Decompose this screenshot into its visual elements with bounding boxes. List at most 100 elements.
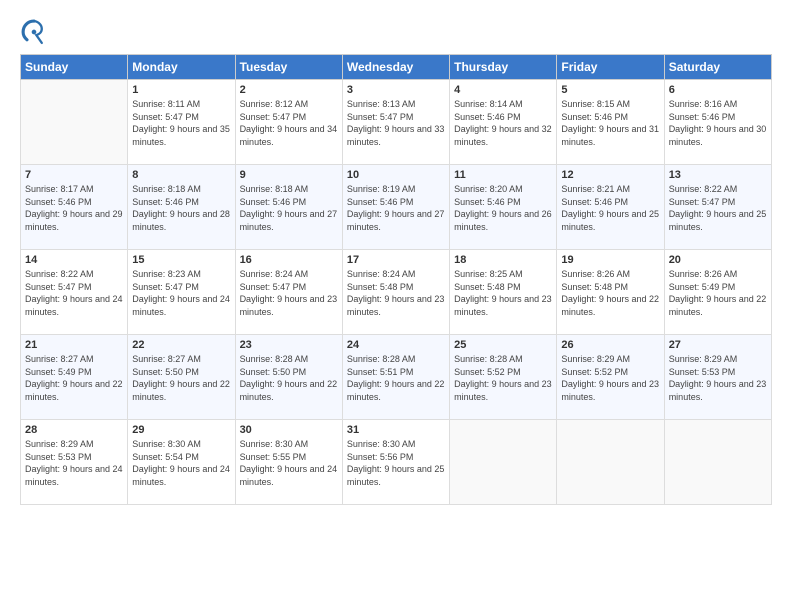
weekday-header-tuesday: Tuesday [235, 55, 342, 80]
daylight: Daylight: 9 hours and 35 minutes. [132, 124, 230, 147]
calendar-week-2: 7 Sunrise: 8:17 AM Sunset: 5:46 PM Dayli… [21, 165, 772, 250]
calendar-cell: 4 Sunrise: 8:14 AM Sunset: 5:46 PM Dayli… [450, 80, 557, 165]
sunrise: Sunrise: 8:18 AM [132, 184, 201, 194]
sunrise: Sunrise: 8:26 AM [561, 269, 630, 279]
sunrise: Sunrise: 8:17 AM [25, 184, 94, 194]
day-info: Sunrise: 8:28 AM Sunset: 5:51 PM Dayligh… [347, 353, 445, 403]
calendar-week-5: 28 Sunrise: 8:29 AM Sunset: 5:53 PM Dayl… [21, 420, 772, 505]
calendar-cell: 9 Sunrise: 8:18 AM Sunset: 5:46 PM Dayli… [235, 165, 342, 250]
day-info: Sunrise: 8:18 AM Sunset: 5:46 PM Dayligh… [132, 183, 230, 233]
day-number: 12 [561, 169, 659, 181]
calendar-cell: 16 Sunrise: 8:24 AM Sunset: 5:47 PM Dayl… [235, 250, 342, 335]
day-number: 24 [347, 339, 445, 351]
sunset: Sunset: 5:46 PM [561, 197, 628, 207]
calendar-cell: 23 Sunrise: 8:28 AM Sunset: 5:50 PM Dayl… [235, 335, 342, 420]
day-info: Sunrise: 8:27 AM Sunset: 5:50 PM Dayligh… [132, 353, 230, 403]
daylight: Daylight: 9 hours and 34 minutes. [240, 124, 338, 147]
day-number: 10 [347, 169, 445, 181]
sunrise: Sunrise: 8:16 AM [669, 99, 738, 109]
daylight: Daylight: 9 hours and 26 minutes. [454, 209, 552, 232]
day-number: 28 [25, 424, 123, 436]
day-info: Sunrise: 8:30 AM Sunset: 5:55 PM Dayligh… [240, 438, 338, 488]
sunset: Sunset: 5:49 PM [669, 282, 736, 292]
sunrise: Sunrise: 8:23 AM [132, 269, 201, 279]
daylight: Daylight: 9 hours and 22 minutes. [669, 294, 767, 317]
calendar-week-1: 1 Sunrise: 8:11 AM Sunset: 5:47 PM Dayli… [21, 80, 772, 165]
sunrise: Sunrise: 8:30 AM [240, 439, 309, 449]
day-number: 16 [240, 254, 338, 266]
day-info: Sunrise: 8:25 AM Sunset: 5:48 PM Dayligh… [454, 268, 552, 318]
day-info: Sunrise: 8:22 AM Sunset: 5:47 PM Dayligh… [25, 268, 123, 318]
day-info: Sunrise: 8:26 AM Sunset: 5:48 PM Dayligh… [561, 268, 659, 318]
calendar-cell: 6 Sunrise: 8:16 AM Sunset: 5:46 PM Dayli… [664, 80, 771, 165]
calendar-cell: 20 Sunrise: 8:26 AM Sunset: 5:49 PM Dayl… [664, 250, 771, 335]
day-number: 14 [25, 254, 123, 266]
daylight: Daylight: 9 hours and 27 minutes. [347, 209, 445, 232]
sunset: Sunset: 5:52 PM [561, 367, 628, 377]
sunset: Sunset: 5:46 PM [561, 112, 628, 122]
daylight: Daylight: 9 hours and 29 minutes. [25, 209, 123, 232]
sunrise: Sunrise: 8:24 AM [347, 269, 416, 279]
day-number: 1 [132, 84, 230, 96]
day-number: 18 [454, 254, 552, 266]
sunset: Sunset: 5:53 PM [669, 367, 736, 377]
daylight: Daylight: 9 hours and 24 minutes. [132, 294, 230, 317]
sunset: Sunset: 5:46 PM [669, 112, 736, 122]
sunrise: Sunrise: 8:29 AM [561, 354, 630, 364]
daylight: Daylight: 9 hours and 23 minutes. [561, 379, 659, 402]
sunset: Sunset: 5:50 PM [132, 367, 199, 377]
calendar-cell: 10 Sunrise: 8:19 AM Sunset: 5:46 PM Dayl… [342, 165, 449, 250]
calendar-cell: 29 Sunrise: 8:30 AM Sunset: 5:54 PM Dayl… [128, 420, 235, 505]
day-info: Sunrise: 8:29 AM Sunset: 5:53 PM Dayligh… [25, 438, 123, 488]
sunset: Sunset: 5:47 PM [347, 112, 414, 122]
sunrise: Sunrise: 8:29 AM [669, 354, 738, 364]
weekday-row: SundayMondayTuesdayWednesdayThursdayFrid… [21, 55, 772, 80]
daylight: Daylight: 9 hours and 31 minutes. [561, 124, 659, 147]
calendar-cell: 2 Sunrise: 8:12 AM Sunset: 5:47 PM Dayli… [235, 80, 342, 165]
sunset: Sunset: 5:47 PM [240, 112, 307, 122]
calendar-cell: 18 Sunrise: 8:25 AM Sunset: 5:48 PM Dayl… [450, 250, 557, 335]
day-number: 25 [454, 339, 552, 351]
day-info: Sunrise: 8:29 AM Sunset: 5:53 PM Dayligh… [669, 353, 767, 403]
day-info: Sunrise: 8:17 AM Sunset: 5:46 PM Dayligh… [25, 183, 123, 233]
day-info: Sunrise: 8:22 AM Sunset: 5:47 PM Dayligh… [669, 183, 767, 233]
calendar-cell: 28 Sunrise: 8:29 AM Sunset: 5:53 PM Dayl… [21, 420, 128, 505]
day-info: Sunrise: 8:28 AM Sunset: 5:52 PM Dayligh… [454, 353, 552, 403]
calendar-table: SundayMondayTuesdayWednesdayThursdayFrid… [20, 54, 772, 505]
day-info: Sunrise: 8:26 AM Sunset: 5:49 PM Dayligh… [669, 268, 767, 318]
sunset: Sunset: 5:48 PM [454, 282, 521, 292]
sunset: Sunset: 5:50 PM [240, 367, 307, 377]
day-info: Sunrise: 8:21 AM Sunset: 5:46 PM Dayligh… [561, 183, 659, 233]
calendar-cell: 3 Sunrise: 8:13 AM Sunset: 5:47 PM Dayli… [342, 80, 449, 165]
day-number: 7 [25, 169, 123, 181]
sunrise: Sunrise: 8:30 AM [132, 439, 201, 449]
logo-icon [20, 18, 48, 46]
sunrise: Sunrise: 8:22 AM [669, 184, 738, 194]
sunrise: Sunrise: 8:28 AM [454, 354, 523, 364]
calendar-cell: 21 Sunrise: 8:27 AM Sunset: 5:49 PM Dayl… [21, 335, 128, 420]
sunrise: Sunrise: 8:13 AM [347, 99, 416, 109]
day-number: 9 [240, 169, 338, 181]
calendar-cell: 22 Sunrise: 8:27 AM Sunset: 5:50 PM Dayl… [128, 335, 235, 420]
sunrise: Sunrise: 8:19 AM [347, 184, 416, 194]
daylight: Daylight: 9 hours and 23 minutes. [240, 294, 338, 317]
sunrise: Sunrise: 8:28 AM [347, 354, 416, 364]
daylight: Daylight: 9 hours and 30 minutes. [669, 124, 767, 147]
sunset: Sunset: 5:47 PM [669, 197, 736, 207]
daylight: Daylight: 9 hours and 24 minutes. [25, 464, 123, 487]
day-info: Sunrise: 8:19 AM Sunset: 5:46 PM Dayligh… [347, 183, 445, 233]
day-info: Sunrise: 8:28 AM Sunset: 5:50 PM Dayligh… [240, 353, 338, 403]
sunrise: Sunrise: 8:27 AM [132, 354, 201, 364]
sunset: Sunset: 5:47 PM [25, 282, 92, 292]
weekday-header-wednesday: Wednesday [342, 55, 449, 80]
day-info: Sunrise: 8:16 AM Sunset: 5:46 PM Dayligh… [669, 98, 767, 148]
sunrise: Sunrise: 8:14 AM [454, 99, 523, 109]
calendar-header: SundayMondayTuesdayWednesdayThursdayFrid… [21, 55, 772, 80]
calendar-cell: 30 Sunrise: 8:30 AM Sunset: 5:55 PM Dayl… [235, 420, 342, 505]
daylight: Daylight: 9 hours and 22 minutes. [347, 379, 445, 402]
sunset: Sunset: 5:52 PM [454, 367, 521, 377]
daylight: Daylight: 9 hours and 23 minutes. [347, 294, 445, 317]
sunrise: Sunrise: 8:27 AM [25, 354, 94, 364]
sunrise: Sunrise: 8:29 AM [25, 439, 94, 449]
daylight: Daylight: 9 hours and 23 minutes. [454, 379, 552, 402]
